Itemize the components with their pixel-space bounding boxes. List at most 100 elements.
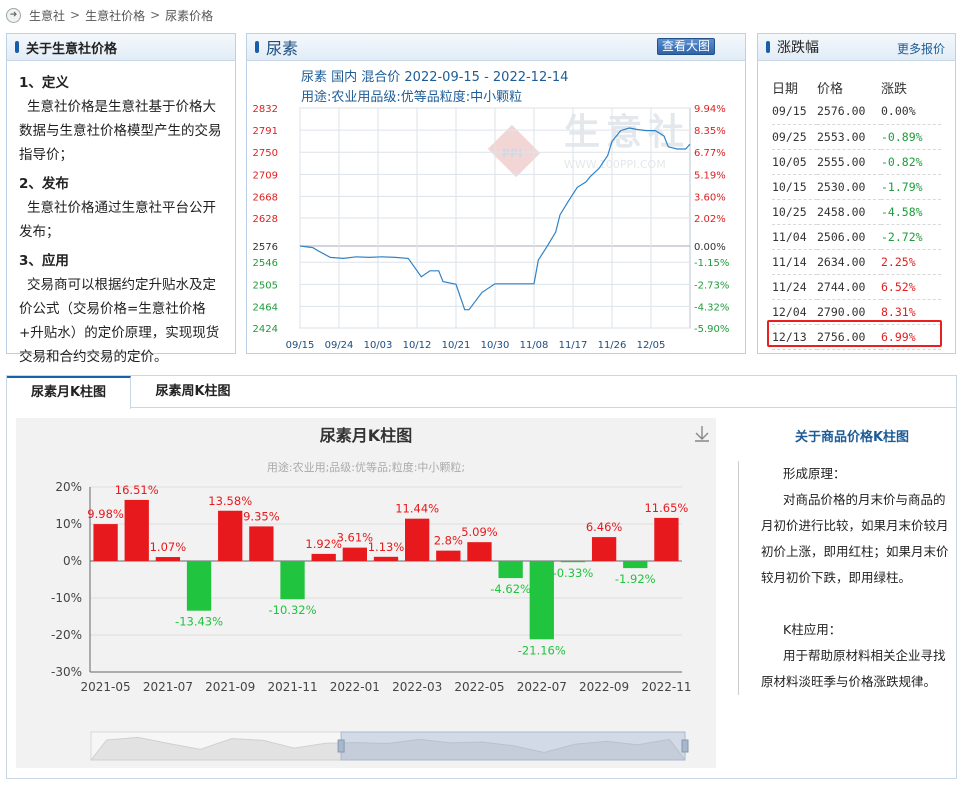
x-tick-label: 2021-09 [205, 680, 255, 694]
kchart-info-title: 关于商品价格K柱图 [794, 430, 910, 445]
x-tick-label: 12/05 [637, 340, 666, 351]
y-tick-label: 20% [55, 480, 82, 494]
change-row: 11/24 2744.00 6.52% [772, 274, 941, 300]
change-row: 11/14 2634.00 2.25% [772, 249, 941, 275]
cell-price: 2530.00 [817, 174, 881, 200]
y-right-tick-label: 5.19% [694, 170, 726, 181]
y-left-tick-label: 2464 [253, 302, 278, 313]
y-left-tick-label: 2668 [253, 192, 278, 203]
about-panel: 关于生意社价格 1、定义 生意社价格是生意社基于价格大数据与生意社价格模型产生的… [6, 33, 236, 365]
cell-price: 2634.00 [817, 249, 881, 275]
k-bar [498, 561, 523, 579]
monthly-k-bar-chart: 尿素月K柱图 用途:农业用;品级:优等品;粒度:中小颗粒; 9.98% 16.51… [51, 426, 709, 761]
col-header-price: 价格 [817, 81, 844, 97]
y-tick-label: 0% [63, 554, 82, 568]
change-panel-header: 涨跌幅 更多报价 [758, 34, 955, 61]
x-tick-label: 10/12 [403, 340, 432, 351]
cell-price: 2553.00 [817, 124, 881, 150]
header-marker-icon [255, 41, 259, 53]
home-arrow-icon[interactable]: ➜ [6, 7, 21, 23]
y-right-tick-label: 8.35% [694, 126, 726, 137]
tab-weekly-k[interactable]: 尿素周K柱图 [131, 376, 255, 408]
cell-price: 2555.00 [817, 149, 881, 175]
breadcrumb-item-urea: 尿素价格 [165, 8, 214, 23]
breadcrumb-separator: > [70, 8, 81, 22]
change-panel-title: 涨跌幅 [777, 40, 819, 56]
x-tick-label: 11/26 [598, 340, 627, 351]
y-right-tick-label: 2.02% [694, 214, 726, 225]
change-row: 09/25 2553.00 -0.89% [772, 124, 941, 150]
usage-heading: 3、应用 [19, 253, 69, 269]
k-bar [93, 524, 118, 561]
k-bar-label: -13.43% [175, 615, 223, 629]
about-panel-title: 关于生意社价格 [26, 41, 118, 57]
k-bar-label: 16.51% [115, 483, 159, 497]
k-bar-label: 6.46% [586, 520, 623, 534]
cell-change: -4.58% [881, 199, 941, 225]
tab-monthly-k[interactable]: 尿素月K柱图 [7, 376, 131, 409]
k-bar-label: -21.16% [518, 643, 566, 657]
x-tick-label: 2022-03 [392, 680, 442, 694]
col-header-date: 日期 [772, 81, 799, 97]
cell-change: 0.00% [881, 99, 941, 125]
cell-date: 10/25 [772, 199, 817, 225]
header-marker-icon [766, 41, 770, 53]
cell-change: -0.82% [881, 149, 941, 175]
k-bar [218, 510, 243, 561]
y-left-tick-label: 2424 [253, 324, 278, 335]
y-right-tick-label: 3.60% [694, 192, 726, 203]
principle-text: 对商品价格的月末价与商品的月初价进行比较，如果月末价较月初价上涨，即用红柱；如果… [761, 492, 949, 585]
x-tick-label: 2022-05 [454, 680, 504, 694]
k-bar-label: 13.58% [208, 494, 252, 508]
price-chart-title: 尿素 国内 混合价 2022-09-15 - 2022-12-14 [301, 70, 569, 85]
cell-price: 2744.00 [817, 274, 881, 300]
definition-text: 生意社价格是生意社基于价格大数据与生意社价格模型产生的交易指导价； [19, 99, 222, 163]
breadcrumb-item-site[interactable]: 生意社 [29, 7, 65, 24]
monthly-k-chart: 尿素月K柱图 用途:农业用;品级:优等品;粒度:中小颗粒; 9.98% 16.51… [16, 418, 716, 768]
x-tick-label: 10/21 [442, 340, 471, 351]
view-large-chart-button[interactable]: 查看大图 [656, 38, 715, 55]
change-row: 09/15 2576.00 0.00% [772, 99, 941, 125]
x-tick-label: 2022-07 [517, 680, 567, 694]
x-tick-label: 10/30 [481, 340, 510, 351]
cell-date: 10/05 [772, 149, 817, 175]
cell-price: 2458.00 [817, 199, 881, 225]
x-tick-label: 2022-09 [579, 680, 629, 694]
change-row: 10/05 2555.00 -0.82% [772, 149, 941, 175]
watermark-url: WWW.100PPI.COM [564, 158, 666, 171]
cell-change: -1.79% [881, 174, 941, 200]
y-left-tick-label: 2546 [253, 258, 278, 269]
x-tick-label: 2022-01 [330, 680, 380, 694]
x-tick-label: 10/03 [364, 340, 393, 351]
k-bar [560, 561, 586, 563]
breadcrumb-separator: > [150, 8, 161, 22]
y-tick-label: -20% [51, 628, 82, 642]
cell-price: 2506.00 [817, 224, 881, 250]
kchart-info: 关于商品价格K柱图 形成原理： 对商品价格的月末价与商品的月初价进行比较，如果月… [738, 418, 956, 778]
download-icon[interactable] [695, 426, 709, 442]
breadcrumb-item-prices[interactable]: 生意社价格 [85, 7, 145, 24]
k-bar-label: -4.62% [490, 582, 531, 596]
y-left-tick-label: 2750 [253, 148, 278, 159]
cell-date: 10/15 [772, 174, 817, 200]
col-header-change: 涨跌 [881, 81, 908, 97]
x-tick-label: 11/17 [559, 340, 588, 351]
cell-price: 2576.00 [817, 99, 881, 125]
price-chart-header: 尿素 查看大图 [247, 34, 745, 61]
y-right-tick-label: 6.77% [694, 148, 726, 159]
zoom-slider[interactable] [89, 731, 689, 761]
cell-date: 11/04 [772, 224, 817, 250]
kchart-title: 尿素月K柱图 [320, 426, 412, 445]
k-bar-label: 11.44% [395, 502, 439, 516]
k-bar-label: 2.8% [434, 534, 463, 548]
publish-heading: 2、发布 [19, 176, 69, 192]
x-tick-label: 09/15 [286, 340, 315, 351]
more-quotes-link[interactable]: 更多报价 [897, 40, 945, 57]
y-left-tick-label: 2628 [253, 214, 278, 225]
watermark-logo-text: PPI [502, 147, 522, 160]
cell-date: 11/24 [772, 274, 817, 300]
k-bar [124, 499, 149, 561]
watermark: PPI 生意社 WWW.100PPI.COM [487, 112, 684, 178]
k-bar [623, 561, 648, 569]
y-left-tick-label: 2709 [253, 170, 278, 181]
